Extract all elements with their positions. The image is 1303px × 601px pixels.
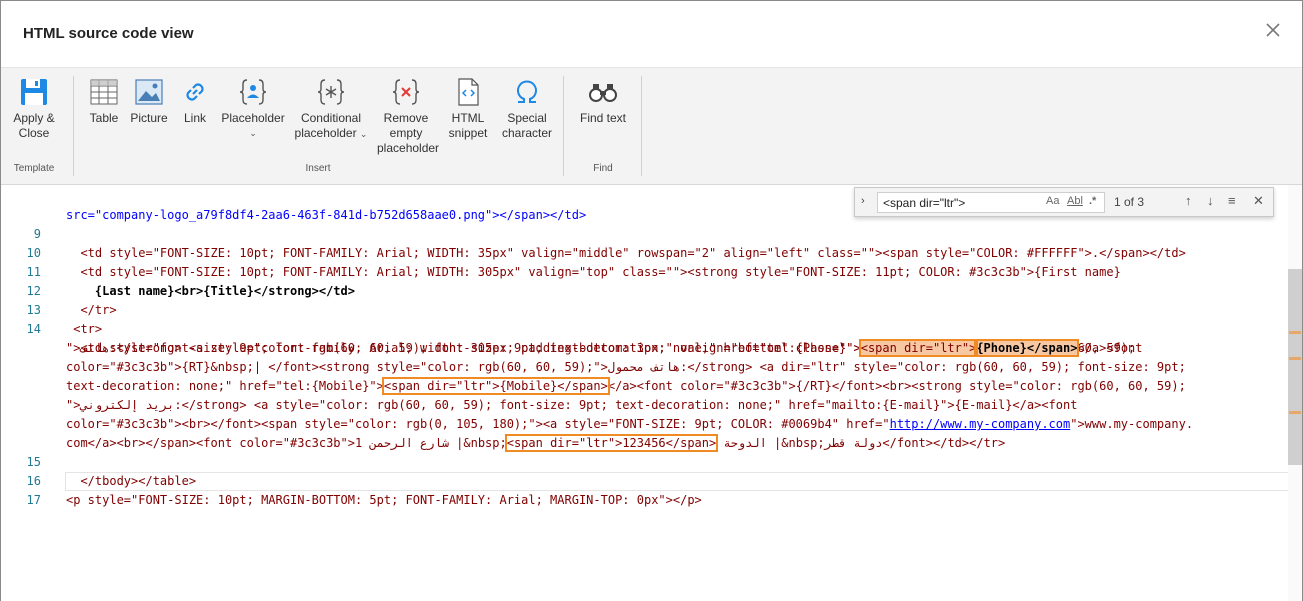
html-snippet-button[interactable]: HTML snippet — [443, 76, 493, 141]
group-label-template: Template — [13, 163, 55, 174]
code-line: 12 </tr> — [26, 284, 117, 317]
code-line: src="company-logo_a79f8df4-2aa6-463f-841… — [66, 208, 587, 222]
conditional-placeholder-button[interactable]: Conditional placeholder ⌄ — [293, 76, 369, 142]
ribbon-separator — [563, 76, 564, 176]
ribbon-group-insert: Table Picture Link Placeholder ⌄ Conditi… — [75, 68, 561, 186]
picture-icon — [135, 79, 163, 105]
scroll-match-marker — [1289, 357, 1301, 360]
table-icon — [90, 79, 118, 105]
group-label-find: Find — [593, 163, 613, 174]
placeholder-button[interactable]: Placeholder ⌄ — [221, 76, 285, 141]
dialog-title: HTML source code view — [23, 25, 194, 42]
code-url-link[interactable]: http://www.my-company.com — [890, 417, 1071, 431]
previous-match-icon[interactable]: ↑ — [1185, 193, 1192, 208]
code-line: 17 — [26, 493, 41, 507]
search-match: <span dir="ltr">123456</span> — [504, 434, 719, 452]
ribbon-group-find: Find text Find — [567, 68, 639, 186]
table-button[interactable]: Table — [85, 76, 123, 126]
code-line-wrapped: color="#3c3c3b">{RT}&nbsp;| </font><stro… — [66, 360, 1186, 374]
ribbon-separator — [641, 76, 642, 176]
search-match-current: <span dir="ltr"> — [858, 339, 979, 357]
code-line-wrapped: text-decoration: none;" href="tel:{Mobil… — [66, 377, 1186, 395]
scrollbar-thumb[interactable] — [1288, 269, 1302, 465]
code-line-wrapped: color="#3c3c3b"><br></font><span style="… — [66, 417, 1194, 431]
find-in-selection-icon[interactable]: ≡ — [1228, 193, 1236, 208]
ribbon-separator — [73, 76, 74, 176]
link-icon — [186, 83, 204, 101]
remove-placeholder-icon — [392, 79, 420, 105]
placeholder-icon — [239, 79, 267, 105]
link-button[interactable]: Link — [176, 76, 214, 126]
close-icon[interactable] — [1262, 19, 1284, 41]
code-line: 9 <td style="FONT-SIZE: 10pt; FONT-FAMIL… — [33, 227, 1186, 260]
html-source-dialog: HTML source code view Apply & Close Temp… — [0, 0, 1303, 601]
conditional-placeholder-icon — [317, 79, 345, 105]
code-line: 15 </tbody></table> — [26, 455, 197, 488]
remove-empty-placeholder-button[interactable]: Remove empty placeholder — [377, 76, 439, 156]
code-line-wrapped: ">هاتف:</strong> <a style="color: rgb(60… — [66, 339, 1143, 357]
regex-toggle[interactable]: .* — [1089, 195, 1096, 207]
code-line: 11 {Last name}<br>{Title}</strong></td> — [26, 265, 355, 298]
next-match-icon[interactable]: ↓ — [1207, 193, 1214, 208]
code-line-wrapped: com</a><br></span><font color="#3c3c3b">… — [66, 434, 1006, 452]
code-line: 10 <td style="FONT-SIZE: 10pt; FONT-FAMI… — [26, 246, 1121, 279]
close-find-icon[interactable]: ✕ — [1253, 193, 1264, 209]
chevron-down-icon: ⌄ — [249, 128, 257, 138]
current-line-highlight — [65, 472, 1301, 491]
group-label-insert: Insert — [305, 163, 331, 174]
whole-word-toggle[interactable]: Abl — [1067, 195, 1083, 207]
match-case-toggle[interactable]: Aa — [1046, 195, 1059, 207]
find-text-button[interactable]: Find text — [575, 76, 631, 126]
save-icon — [21, 79, 47, 105]
picture-button[interactable]: Picture — [129, 76, 169, 126]
scroll-match-marker — [1289, 411, 1301, 414]
find-widget: › Aa Abl .* 1 of 3 ↑ ↓ ≡ ✕ — [854, 187, 1274, 217]
apply-close-button[interactable]: Apply & Close — [9, 76, 59, 141]
code-line: 16 <p style="FONT-SIZE: 10pt; MARGIN-BOT… — [26, 474, 702, 507]
toggle-replace-icon[interactable]: › — [861, 195, 865, 207]
special-character-button[interactable]: Special character — [499, 76, 555, 141]
binoculars-icon — [589, 84, 617, 102]
match-count: 1 of 3 — [1114, 195, 1145, 209]
dialog-titlebar: HTML source code view — [1, 1, 1302, 67]
chevron-down-icon: ⌄ — [359, 129, 368, 139]
code-line-wrapped: ">بريد إلكتروني:</strong> <a style="colo… — [66, 398, 1078, 412]
code-line: 14 <td style="font-size: 9pt; font-famil… — [26, 322, 1136, 355]
search-match: <span dir="ltr">{Mobile}</span> — [381, 377, 610, 395]
omega-icon — [517, 80, 537, 103]
code-editor[interactable]: src="company-logo_a79f8df4-2aa6-463f-841… — [1, 185, 1302, 601]
ribbon-group-template: Apply & Close Template — [1, 68, 67, 186]
html-file-icon — [458, 78, 479, 106]
code-line: 13 <tr> — [26, 303, 103, 336]
ribbon-toolbar: Apply & Close Template Table Picture Lin… — [1, 67, 1302, 185]
scroll-match-marker — [1289, 331, 1301, 334]
